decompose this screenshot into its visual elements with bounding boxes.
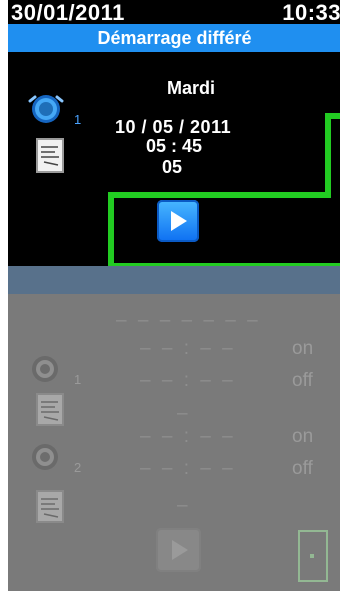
timer2-time-1: – – : – – bbox=[140, 426, 236, 447]
timer1-state-off: off bbox=[292, 370, 313, 391]
timer1-state-on: on bbox=[292, 338, 314, 359]
timer2-state-off: off bbox=[292, 458, 313, 479]
timer2-state-on: on bbox=[292, 426, 314, 447]
timer2-time-2: – – : – – bbox=[140, 458, 236, 479]
status-bar: 30/01/2011 10:33 bbox=[8, 0, 340, 25]
alarm-clock-icon[interactable] bbox=[26, 436, 64, 474]
timer-list-header bbox=[8, 266, 340, 294]
door-knob bbox=[310, 554, 314, 558]
document-icon[interactable] bbox=[36, 393, 66, 427]
play-button[interactable] bbox=[157, 200, 199, 242]
mid-dash: – bbox=[177, 403, 191, 424]
placeholder-top: – – – – – – – bbox=[116, 310, 261, 331]
page-title: Démarrage différé bbox=[8, 24, 340, 52]
exit-door-icon[interactable] bbox=[298, 530, 328, 582]
status-time: 10:33 bbox=[282, 0, 340, 25]
timer1-time-2: – – : – – bbox=[140, 370, 236, 391]
play-icon bbox=[172, 540, 188, 560]
alarm-clock-icon[interactable] bbox=[26, 348, 64, 386]
alarm-number: 1 bbox=[74, 112, 82, 127]
green-highlight-outline bbox=[108, 113, 340, 269]
schedule-day: Mardi bbox=[167, 78, 216, 98]
document-icon[interactable] bbox=[36, 490, 66, 524]
timer1-time-1: – – : – – bbox=[140, 338, 236, 359]
alarm-clock-icon[interactable] bbox=[26, 87, 66, 127]
bottom-dash: – bbox=[177, 495, 191, 516]
play-icon bbox=[171, 211, 187, 231]
status-date: 30/01/2011 bbox=[11, 0, 125, 25]
timer1-number: 1 bbox=[74, 372, 82, 387]
timer2-number: 2 bbox=[74, 460, 82, 475]
document-icon[interactable] bbox=[36, 138, 66, 174]
device-screen: 30/01/2011 10:33 Démarrage différé 1 Mar… bbox=[8, 0, 340, 591]
play-button-disabled[interactable] bbox=[156, 528, 201, 572]
